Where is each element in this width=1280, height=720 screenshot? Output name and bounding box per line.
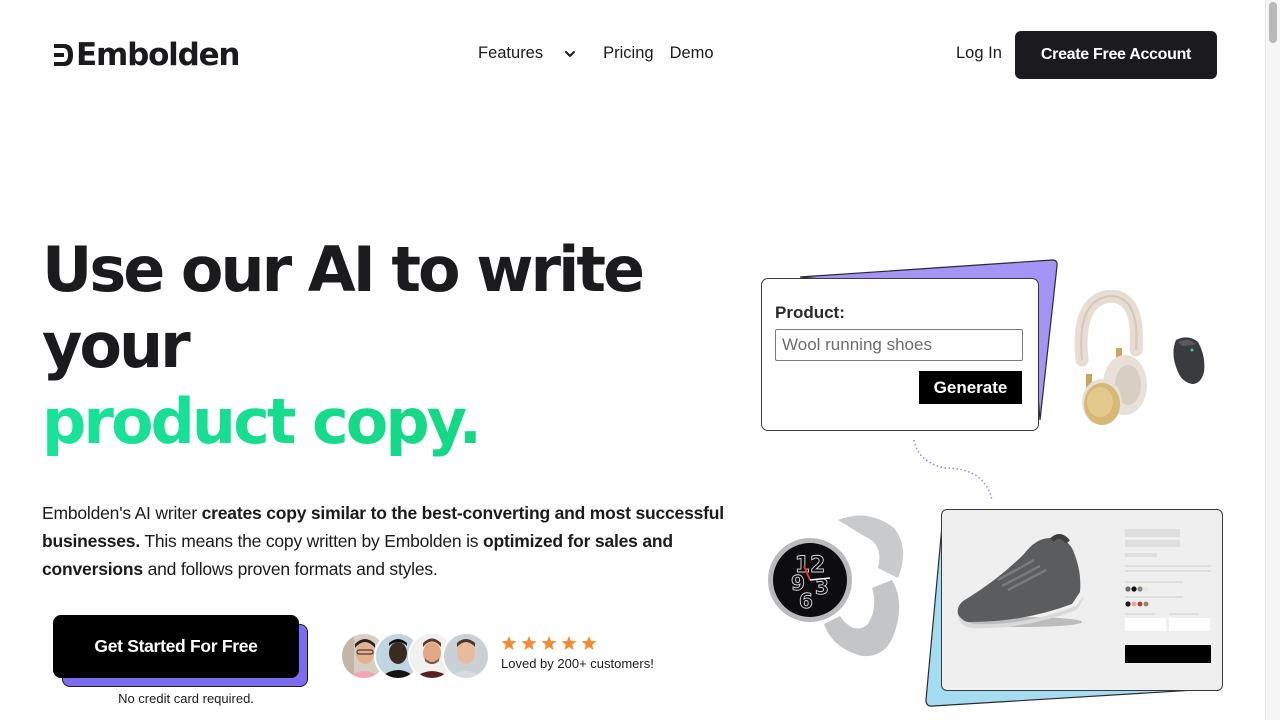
skeleton-title [1125, 540, 1180, 547]
sole-swatches [1125, 601, 1149, 607]
skeleton-label [1169, 613, 1199, 615]
skeleton-title [1125, 529, 1180, 537]
product-page-mockup [941, 509, 1223, 691]
smartwatch-image: 12 9 3 6 [768, 515, 904, 657]
product-label: Product: [775, 303, 845, 322]
color-swatches [1125, 586, 1149, 592]
scrollbar-thumb[interactable] [1269, 2, 1277, 43]
product-input[interactable]: Wool running shoes [775, 329, 1023, 361]
mouse-image [1173, 337, 1205, 384]
skeleton-text [1125, 596, 1183, 598]
skeleton-price [1125, 553, 1157, 557]
dotted-connector [913, 439, 993, 501]
generate-button[interactable]: Generate [919, 371, 1022, 404]
wool-sneaker-image [957, 534, 1084, 629]
skeleton-text [1125, 581, 1183, 583]
add-to-cart-button[interactable] [1125, 645, 1211, 663]
size-select[interactable] [1125, 618, 1166, 631]
width-select[interactable] [1169, 618, 1210, 631]
product-form-card: Product: Wool running shoes Generate [761, 278, 1039, 431]
skeleton-text [1125, 570, 1211, 572]
headphones-image [1074, 290, 1147, 425]
skeleton-text [1125, 565, 1211, 567]
skeleton-label [1125, 613, 1155, 615]
svg-text:6: 6 [799, 589, 813, 613]
page-scrollbar[interactable] [1265, 0, 1280, 720]
